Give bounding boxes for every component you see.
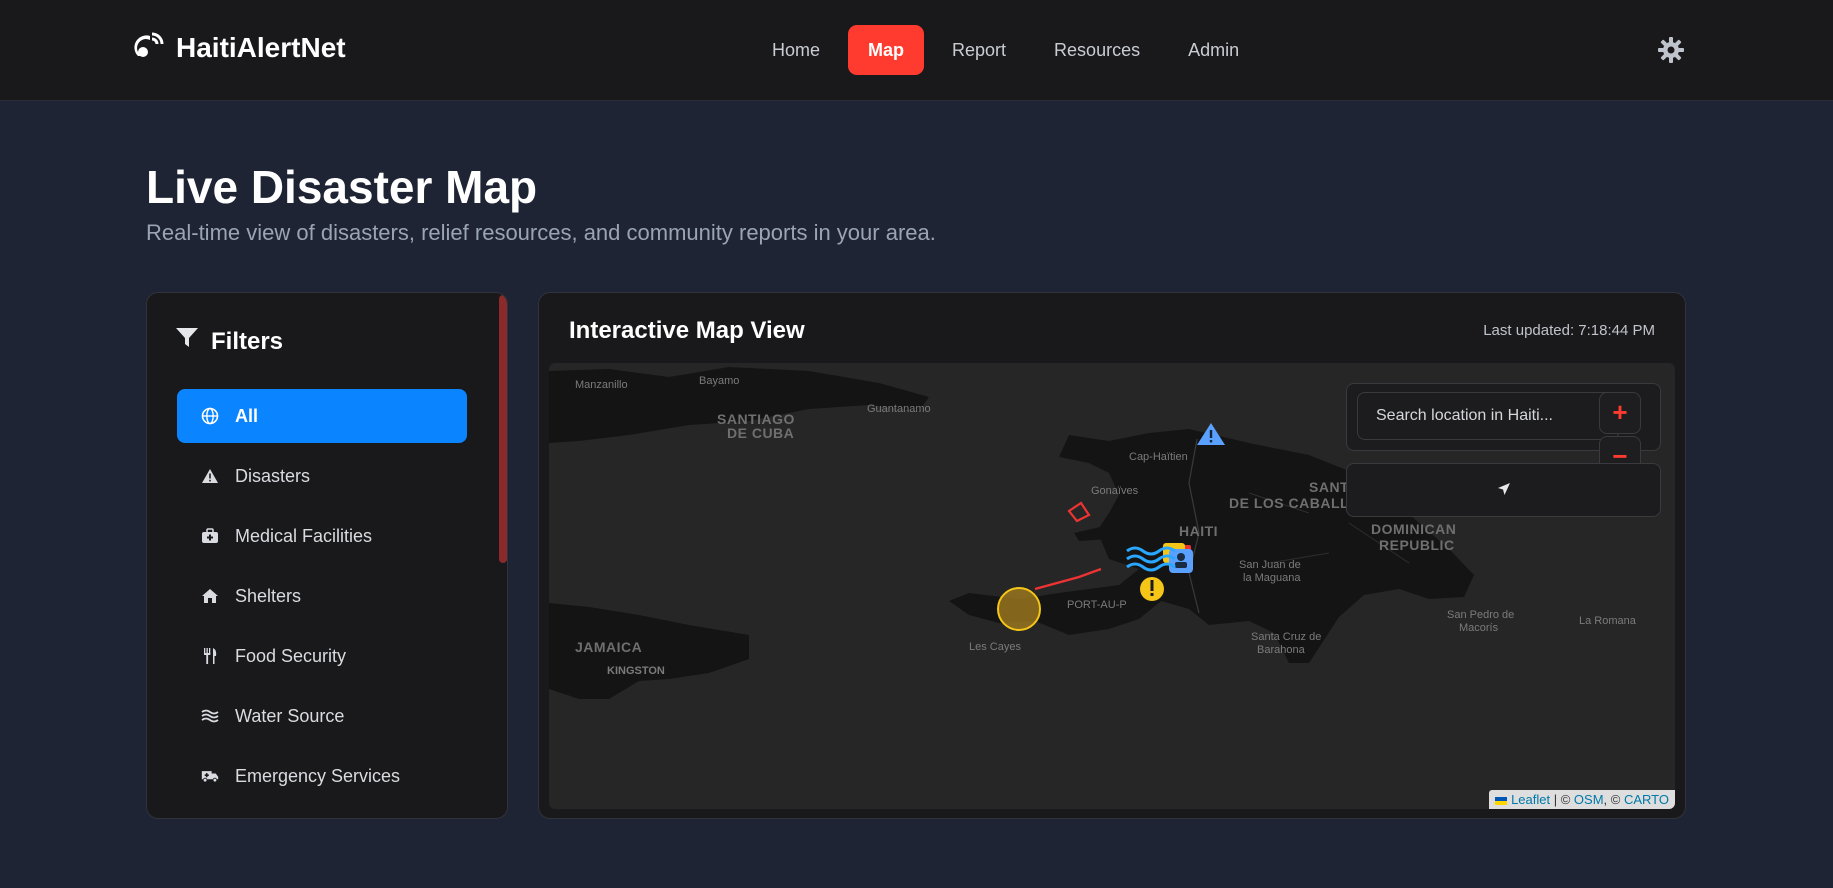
map-attribution: Leaflet | © OSM, © CARTO: [1489, 790, 1675, 809]
locate-button[interactable]: [1346, 463, 1661, 517]
map-label: Macorís: [1459, 622, 1499, 634]
filters-scrollbar[interactable]: [499, 295, 507, 563]
page-title: Live Disaster Map: [146, 161, 538, 213]
filter-label: Water Source: [235, 705, 345, 726]
filter-label: Emergency Services: [235, 765, 401, 786]
map-label: DOMINICAN: [1371, 521, 1457, 537]
medical-kit-icon: [201, 528, 219, 544]
map-label: Les Cayes: [969, 641, 1021, 653]
satellite-dish-icon: [134, 30, 166, 65]
last-updated: Last updated: 7:18:44 PM: [1483, 322, 1655, 339]
map-label: HAITI: [1179, 523, 1219, 539]
warning-icon: [201, 468, 219, 484]
filter-medical[interactable]: Medical Facilities: [177, 509, 467, 563]
filters-title: Filters: [211, 327, 284, 355]
map-card: Interactive Map View Last updated: 7:18:…: [538, 292, 1686, 819]
map-label: Gonaïves: [1091, 485, 1139, 497]
map-label: PORT-AU-P: [1067, 599, 1127, 611]
map-title: Interactive Map View: [569, 317, 805, 344]
filter-all[interactable]: All: [177, 389, 467, 443]
map-label: DE CUBA: [727, 425, 795, 441]
nav-map[interactable]: Map: [848, 25, 925, 75]
map-label: San Pedro de: [1447, 609, 1515, 621]
filter-shelters[interactable]: Shelters: [177, 569, 467, 623]
map-label: Manzanillo: [575, 379, 628, 391]
map-label: San Juan de: [1239, 559, 1301, 571]
map-label: La Romana: [1579, 615, 1636, 627]
gear-icon[interactable]: [1657, 36, 1685, 69]
globe-icon: [201, 407, 219, 425]
house-icon: [201, 588, 219, 604]
ukraine-flag-icon: [1495, 796, 1508, 805]
filter-disasters[interactable]: Disasters: [177, 449, 467, 503]
zoom-in-button[interactable]: +: [1599, 392, 1641, 434]
map-label: JAMAICA: [575, 639, 643, 655]
osm-link[interactable]: OSM: [1574, 792, 1604, 807]
filter-label: Shelters: [235, 585, 302, 606]
brand[interactable]: HaitiAlertNet: [134, 30, 346, 65]
filter-label: All: [235, 405, 259, 426]
nav-admin[interactable]: Admin: [1168, 25, 1259, 75]
map-label: Bayamo: [699, 375, 740, 387]
funnel-icon: [175, 327, 199, 356]
filter-label: Medical Facilities: [235, 525, 373, 546]
filter-label: Food Security: [235, 645, 347, 666]
map-label: Santa Cruz de: [1251, 631, 1322, 643]
map-label: DE LOS CABALLE: [1229, 495, 1359, 511]
leaflet-link[interactable]: Leaflet: [1511, 792, 1550, 807]
water-icon: [201, 709, 219, 723]
brand-name: HaitiAlertNet: [176, 31, 346, 63]
map-label: la Maguana: [1243, 572, 1301, 584]
filter-food[interactable]: Food Security: [177, 629, 467, 683]
nav-report[interactable]: Report: [932, 25, 1026, 75]
filter-emergency[interactable]: Emergency Services: [177, 749, 467, 803]
page-subtitle: Real-time view of disasters, relief reso…: [146, 220, 936, 245]
nav-links: Home Map Report Resources Admin: [752, 25, 1267, 75]
attribution-sep: | ©: [1550, 792, 1574, 807]
map-label: Cap-Haïtien: [1129, 451, 1188, 463]
nav-resources[interactable]: Resources: [1034, 25, 1160, 75]
map-label: Guantanamo: [867, 403, 931, 415]
map-label: KINGSTON: [607, 665, 665, 677]
utensils-icon: [201, 647, 219, 665]
search-input[interactable]: [1357, 392, 1619, 440]
ambulance-icon: [201, 768, 219, 784]
filters-panel: Filters All Disasters Medical Facilities…: [146, 292, 508, 819]
filter-list: All Disasters Medical Facilities Shelter…: [177, 389, 467, 809]
attribution-sep: , ©: [1603, 792, 1624, 807]
carto-link[interactable]: CARTO: [1624, 792, 1669, 807]
filters-heading: Filters: [175, 327, 283, 356]
map-label: REPUBLIC: [1379, 537, 1455, 553]
map-label: Barahona: [1257, 644, 1305, 656]
top-navbar: HaitiAlertNet Home Map Report Resources …: [0, 0, 1833, 101]
map-canvas[interactable]: Manzanillo Bayamo SANTIAGO DE CUBA Guant…: [549, 363, 1675, 809]
nav-home[interactable]: Home: [752, 25, 840, 75]
filter-label: Disasters: [235, 465, 311, 486]
filter-water[interactable]: Water Source: [177, 689, 467, 743]
